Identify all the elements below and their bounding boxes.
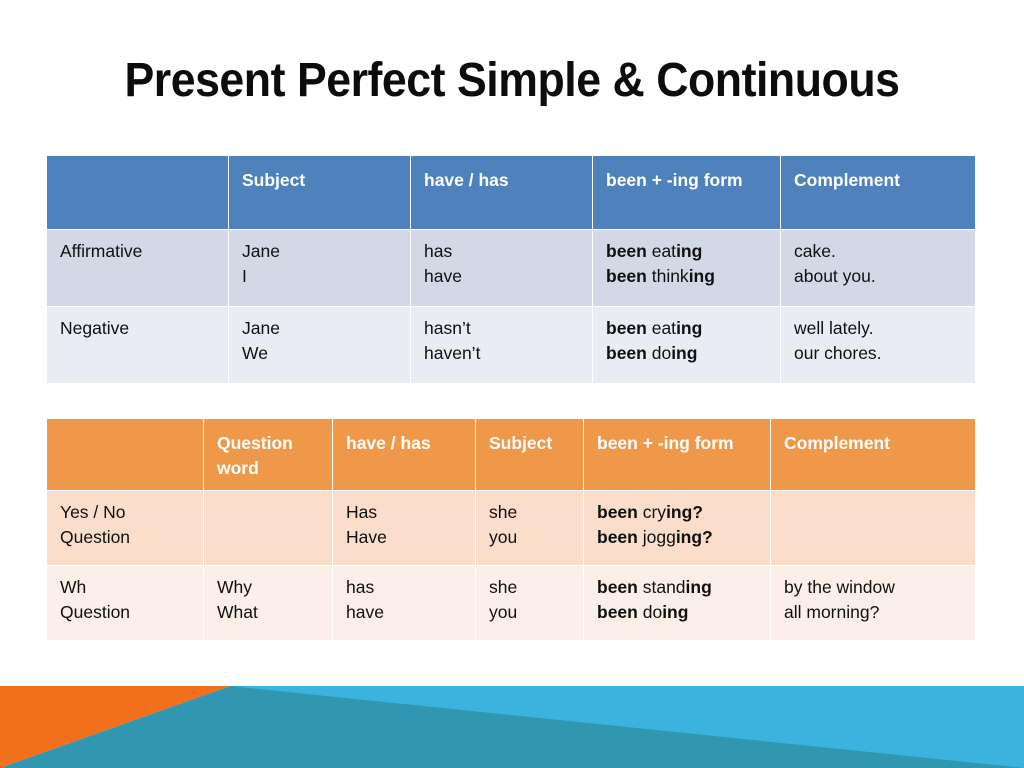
cell-line: well lately. [794, 318, 874, 338]
cell-line: she [489, 577, 518, 597]
cell-line: We [242, 343, 268, 363]
cell-line: Question [60, 602, 131, 622]
statements-table: Subject have / has been + -ing form Comp… [46, 155, 976, 384]
cell-been-ing-wh: been standing been doing [583, 565, 771, 641]
cell-complement-wh: by the window all morning? [770, 565, 976, 641]
table-header-row: Question word have / has Subject been + … [46, 418, 976, 491]
cell-line: been doing [597, 602, 689, 622]
cell-line: haven’t [424, 343, 481, 363]
row-label-wh-question: Wh Question [46, 565, 204, 641]
cell-line: you [489, 527, 518, 547]
header-cell-been-ing: been + -ing form [592, 155, 781, 230]
cell-line: Has [346, 502, 378, 522]
cell-complement-affirmative: cake. about you. [780, 229, 976, 307]
table-row-negative: Negative Jane We hasn’t haven’t been eat… [46, 306, 976, 384]
cell-line: been doing [606, 343, 698, 363]
cell-line: you [489, 602, 518, 622]
cell-subject-yes-no: she you [475, 490, 584, 566]
cell-line: our chores. [794, 343, 882, 363]
cell-subject-affirmative: Jane I [228, 229, 411, 307]
cell-line: has [424, 241, 453, 261]
cell-question-word-yes-no [203, 490, 333, 566]
header-cell-question-word: Question word [203, 418, 333, 491]
cell-subject-negative: Jane We [228, 306, 411, 384]
cell-line: Why [217, 577, 252, 597]
cell-have-has-yes-no: Has Have [332, 490, 476, 566]
cell-line: have [346, 602, 384, 622]
row-label-yes-no-question: Yes / No Question [46, 490, 204, 566]
header-cell-complement: Complement [780, 155, 976, 230]
cell-line: What [217, 602, 258, 622]
header-cell-have-has: have / has [410, 155, 593, 230]
cell-subject-wh: she you [475, 565, 584, 641]
cell-line: Yes / No [60, 502, 126, 522]
row-label-affirmative: Affirmative [46, 229, 229, 307]
cell-been-ing-negative: been eating been doing [592, 306, 781, 384]
table-header-row: Subject have / has been + -ing form Comp… [46, 155, 976, 230]
page-title: Present Perfect Simple & Continuous [124, 54, 900, 107]
cell-have-has-wh: has have [332, 565, 476, 641]
row-label-negative: Negative [46, 306, 229, 384]
cell-line: Jane [242, 241, 280, 261]
cell-line: about you. [794, 266, 876, 286]
questions-table: Question word have / has Subject been + … [46, 418, 976, 641]
cell-line: been thinking [606, 266, 715, 286]
cell-line: been standing [597, 577, 712, 597]
cell-line: all morning? [784, 602, 880, 622]
cell-complement-yes-no [770, 490, 976, 566]
header-cell-have-has: have / has [332, 418, 476, 491]
cell-line: cake. [794, 241, 836, 261]
cell-been-ing-affirmative: been eating been thinking [592, 229, 781, 307]
cell-line: Have [346, 527, 387, 547]
header-cell-complement: Complement [770, 418, 976, 491]
cell-line: I [242, 266, 247, 286]
header-cell-been-ing: been + -ing form [583, 418, 771, 491]
table-row-wh-question: Wh Question Why What has have she you be… [46, 565, 976, 641]
cell-line: been eating [606, 241, 703, 261]
cell-complement-negative: well lately. our chores. [780, 306, 976, 384]
header-cell-subject: Subject [228, 155, 411, 230]
cell-line: been crying? [597, 502, 703, 522]
cell-line: Jane [242, 318, 280, 338]
cell-line: by the window [784, 577, 895, 597]
cell-line: been eating [606, 318, 703, 338]
cell-line: has [346, 577, 375, 597]
cell-question-word-wh: Why What [203, 565, 333, 641]
header-cell-subject: Subject [475, 418, 584, 491]
cell-line: have [424, 266, 462, 286]
cell-been-ing-yes-no: been crying? been jogging? [583, 490, 771, 566]
cell-have-has-negative: hasn’t haven’t [410, 306, 593, 384]
cell-line: been jogging? [597, 527, 713, 547]
cell-have-has-affirmative: has have [410, 229, 593, 307]
table-row-affirmative: Affirmative Jane I has have been eating … [46, 229, 976, 307]
cell-line: Wh [60, 577, 87, 597]
table-row-yes-no-question: Yes / No Question Has Have she you been … [46, 490, 976, 566]
footer-decoration [0, 686, 1024, 768]
cell-line: hasn’t [424, 318, 471, 338]
cell-line: Question [60, 527, 131, 547]
header-cell-blank [46, 155, 229, 230]
header-cell-blank [46, 418, 204, 491]
cell-line: she [489, 502, 518, 522]
